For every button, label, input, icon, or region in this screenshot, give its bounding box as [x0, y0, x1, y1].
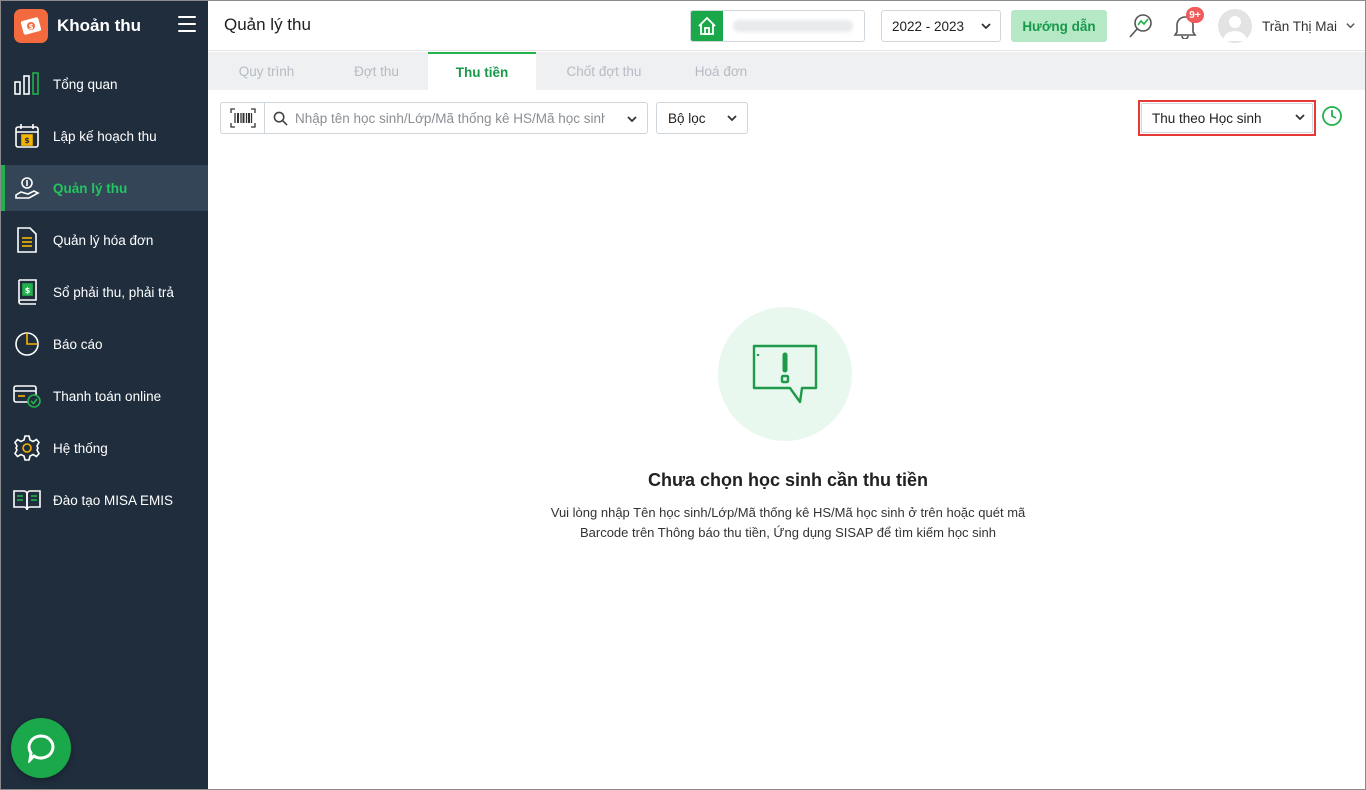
app-window: $ Khoản thu Tổng quan $ Lập kế hoạch thu	[0, 0, 1366, 790]
user-menu[interactable]: Trần Thị Mai	[1218, 9, 1356, 43]
tab-quy-trinh[interactable]: Quy trình	[208, 52, 325, 90]
hand-coin-icon	[13, 174, 41, 202]
sidebar-item-so-phai-thu-phai-tra[interactable]: $ Sổ phải thu, phải trả	[1, 269, 208, 315]
brand-logo-icon: $	[14, 9, 48, 43]
top-header: Quản lý thu 2022 - 2023 Hướng dẫn 9+ Trầ…	[208, 1, 1365, 51]
sidebar-item-quan-ly-hoa-don[interactable]: Quản lý hóa đơn	[1, 217, 208, 263]
tab-thu-tien[interactable]: Thu tiền	[428, 52, 536, 90]
filter-label: Bộ lọc	[668, 110, 706, 126]
empty-state-description: Vui lòng nhập Tên học sinh/Lớp/Mã thống …	[488, 503, 1088, 543]
sidebar-item-label: Thanh toán online	[53, 388, 162, 404]
sidebar-item-dao-tao-misa-emis[interactable]: Đào tạo MISA EMIS	[1, 477, 208, 523]
sidebar-item-lap-ke-hoach-thu[interactable]: $ Lập kế hoạch thu	[1, 113, 208, 159]
user-name: Trần Thị Mai	[1262, 18, 1338, 34]
school-home-icon	[691, 11, 723, 41]
card-check-icon	[13, 382, 41, 410]
sidebar-item-label: Lập kế hoạch thu	[53, 128, 157, 144]
sidebar-item-label: Quản lý thu	[53, 180, 128, 196]
empty-state-desc-line2: Barcode trên Thông báo thu tiền, Ứng dụn…	[579, 525, 997, 540]
hamburger-menu-icon[interactable]	[178, 15, 196, 33]
ledger-book-icon: $	[13, 278, 41, 306]
avatar	[1218, 9, 1252, 43]
tab-bar: Quy trình Đợt thu Thu tiền Chốt đợt thu …	[208, 52, 1365, 90]
sidebar-item-tong-quan[interactable]: Tổng quan	[1, 61, 208, 107]
chat-support-button[interactable]	[11, 718, 71, 778]
chevron-down-icon	[726, 112, 738, 127]
pie-chart-icon	[13, 330, 41, 358]
svg-text:$: $	[29, 23, 34, 31]
sidebar-item-label: Sổ phải thu, phải trả	[53, 284, 174, 300]
document-icon	[13, 226, 41, 254]
svg-text:$: $	[25, 286, 31, 295]
student-search-box	[264, 102, 648, 134]
history-clock-icon[interactable]	[1321, 105, 1343, 127]
gear-icon	[13, 434, 41, 462]
search-icon	[265, 111, 295, 126]
chart-bars-icon	[13, 70, 41, 98]
sidebar-item-bao-cao[interactable]: Báo cáo	[1, 321, 208, 367]
chat-bubble-icon	[27, 734, 55, 763]
sidebar-nav: Tổng quan $ Lập kế hoạch thu Quản lý thu…	[1, 61, 208, 523]
school-year-value: 2022 - 2023	[892, 18, 965, 34]
sidebar: $ Khoản thu Tổng quan $ Lập kế hoạch thu	[1, 1, 208, 789]
open-book-icon	[13, 486, 41, 514]
collection-mode-value: Thu theo Học sinh	[1152, 110, 1262, 126]
sidebar-item-label: Quản lý hóa đơn	[53, 232, 154, 248]
mode-select-highlight: Thu theo Học sinh	[1138, 100, 1316, 136]
brand: $ Khoản thu	[1, 1, 208, 51]
tab-hoa-don[interactable]: Hoá đơn	[672, 52, 770, 90]
barcode-scan-button[interactable]	[220, 102, 265, 134]
calendar-money-icon: $	[13, 122, 41, 150]
collection-mode-select[interactable]: Thu theo Học sinh	[1141, 103, 1313, 133]
chevron-down-icon	[1345, 18, 1356, 34]
sidebar-item-he-thong[interactable]: Hệ thống	[1, 425, 208, 471]
sidebar-item-quan-ly-thu[interactable]: Quản lý thu	[1, 165, 208, 211]
magnifier-chart-icon[interactable]	[1126, 11, 1156, 41]
search-input[interactable]	[295, 110, 605, 126]
sidebar-item-label: Hệ thống	[53, 440, 108, 456]
chevron-down-icon	[1294, 111, 1306, 126]
notification-badge: 9+	[1186, 7, 1204, 23]
tab-chot-dot-thu[interactable]: Chốt đợt thu	[536, 52, 672, 90]
sidebar-item-label: Tổng quan	[53, 76, 118, 92]
sidebar-item-label: Đào tạo MISA EMIS	[53, 492, 174, 508]
chevron-down-icon[interactable]	[626, 112, 638, 128]
school-year-select[interactable]: 2022 - 2023	[881, 10, 1001, 42]
empty-state-illustration	[718, 307, 852, 441]
school-selector[interactable]	[690, 10, 865, 42]
sidebar-item-label: Báo cáo	[53, 336, 103, 352]
svg-text:$: $	[24, 136, 30, 145]
school-name-blurred	[733, 20, 853, 32]
app-title: Khoản thu	[57, 16, 142, 35]
page-title: Quản lý thu	[224, 15, 311, 34]
chevron-down-icon	[980, 20, 992, 35]
filter-dropdown[interactable]: Bộ lọc	[656, 102, 748, 134]
alert-message-icon	[752, 344, 818, 404]
empty-state-title: Chưa chọn học sinh cần thu tiền	[647, 470, 929, 490]
guide-button[interactable]: Hướng dẫn	[1011, 10, 1107, 42]
tab-dot-thu[interactable]: Đợt thu	[325, 52, 428, 90]
sidebar-item-thanh-toan-online[interactable]: Thanh toán online	[1, 373, 208, 419]
empty-state-desc-line1: Vui lòng nhập Tên học sinh/Lớp/Mã thống …	[550, 505, 1026, 520]
barcode-icon	[230, 108, 256, 128]
